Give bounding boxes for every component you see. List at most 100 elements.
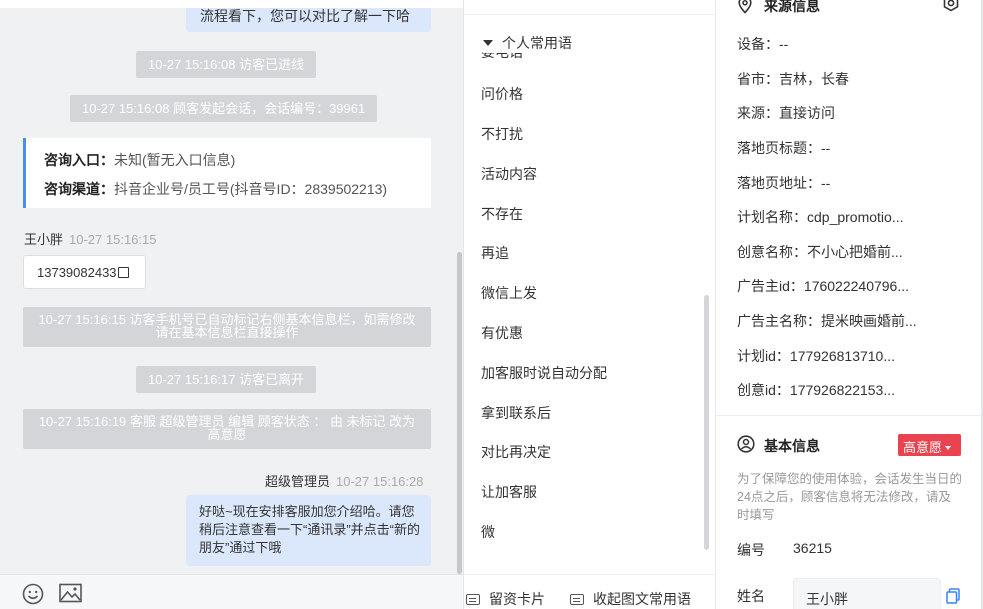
lead-card-button[interactable]: 留资卡片 [466, 589, 545, 609]
info-value: 吉林，长春 [779, 71, 849, 87]
source-row-source: 来源：直接访问 [737, 103, 835, 123]
phrase-item[interactable]: 问价格 [481, 84, 523, 104]
info-value: 不小心把婚前... [807, 244, 903, 260]
info-label: 创意名称： [737, 244, 807, 260]
consult-channel-row: 咨询渠道：抖音企业号/员工号(抖音号ID：2839502213) [44, 179, 431, 208]
phrase-item[interactable]: 拿到联系后 [481, 403, 551, 423]
phrase-item[interactable]: 微 [481, 522, 495, 542]
chat-input-toolbar [0, 574, 463, 609]
chat-message-list[interactable]: 流程看下，您可以对比了解一下哈 10-27 15:16:08 访客已进线 10-… [0, 0, 463, 574]
consult-entry-label: 咨询入口： [44, 152, 114, 168]
source-row-landing-url: 落地页地址：-- [737, 173, 830, 193]
visitor-phone-number: 13739082433 [37, 265, 117, 280]
source-row-advertiser-name: 广告主名称：提米映画婚前... [737, 311, 917, 331]
phrase-group-title: 个人常用语 [502, 35, 572, 51]
info-value: -- [821, 140, 831, 156]
info-value: -- [779, 36, 789, 52]
source-row-creative-name: 创意名称：不小心把婚前... [737, 242, 903, 262]
phrase-item[interactable]: 再追 [481, 243, 509, 263]
system-message: 10-27 15:16:08 访客已进线 [136, 51, 317, 78]
phrases-top-divider [464, 14, 715, 15]
info-label: 计划id： [737, 348, 790, 364]
source-row-creative-id: 创意id：177926822153... [737, 380, 895, 400]
phrase-item[interactable]: 微信上发 [481, 283, 537, 303]
info-value: 177926822153... [789, 382, 896, 398]
customer-info-panel: 来源信息 设备：-- 省市：吉林，长春 来源：直接访问 落地页标题：-- 落地页… [716, 0, 983, 609]
info-label: 广告主id： [737, 278, 804, 294]
chat-scrollbar[interactable] [457, 252, 462, 574]
phrase-item[interactable]: 不存在 [481, 204, 523, 224]
section-divider [716, 415, 983, 416]
info-label: 落地页标题： [737, 140, 821, 156]
visitor-message-meta: 王小胖 10-27 15:16:15 [24, 229, 156, 248]
edit-notice: 为了保障您的使用体验，会话发生当日的24点之后，顾客信息将无法修改，请及时填写 [737, 472, 963, 522]
agent-message-bubble: 好哒~现在安排客服加您介绍哈。请您稍后注意查看一下“通讯录”并点击“新的朋友”通… [186, 495, 431, 566]
collapse-phrases-button[interactable]: 收起图文常用语 [570, 589, 691, 609]
info-label: 省市： [737, 71, 779, 87]
phrase-item[interactable]: 不打扰 [481, 124, 523, 144]
lead-card-label: 留资卡片 [489, 591, 545, 607]
visitor-phone-message[interactable]: 13739082433 [23, 255, 146, 289]
consult-channel-label: 咨询渠道： [44, 181, 114, 197]
info-label: 来源： [737, 105, 779, 121]
emoji-icon[interactable] [22, 583, 44, 605]
copy-icon[interactable] [117, 267, 129, 278]
visitor-message-time: 10-27 15:16:15 [69, 232, 157, 247]
phrase-item[interactable]: 对比再决定 [481, 442, 551, 462]
info-label: 广告主名称： [737, 313, 821, 329]
phrase-item-label: 要电话 [481, 52, 523, 60]
basic-info-title: 基本信息 [764, 438, 820, 454]
message-icon [570, 594, 584, 605]
info-value: cdp_promotio... [807, 209, 904, 225]
collapse-phrases-label: 收起图文常用语 [593, 591, 691, 607]
info-value: 直接访问 [779, 105, 835, 121]
source-row-device: 设备：-- [737, 34, 788, 54]
phrase-item-clipped[interactable]: 要电话 [464, 52, 715, 60]
info-label: 计划名称： [737, 209, 807, 225]
common-phrases-panel: 个人常用语 要电话 问价格 不打扰 活动内容 不存在 再追 微信上发 有优惠 加… [464, 0, 716, 609]
info-value: -- [821, 175, 831, 191]
phrases-scrollbar[interactable] [704, 295, 709, 550]
info-value: 177926813710... [789, 348, 896, 364]
phrase-item[interactable]: 让加客服 [481, 482, 537, 502]
card-icon [466, 594, 480, 605]
copy-icon[interactable] [946, 588, 960, 604]
source-row-city: 省市：吉林，长春 [737, 69, 849, 89]
number-value: 36215 [793, 540, 832, 556]
intent-status-dropdown[interactable]: 高意愿 [898, 434, 961, 456]
consult-entry-value: 未知(暂无入口信息) [114, 152, 236, 168]
info-label: 创意id： [737, 382, 790, 398]
caret-down-icon [483, 40, 493, 46]
phrase-item[interactable]: 活动内容 [481, 164, 537, 184]
consult-entry-row: 咨询入口：未知(暂无入口信息) [44, 150, 431, 179]
name-input[interactable] [793, 578, 941, 609]
chat-panel: 流程看下，您可以对比了解一下哈 10-27 15:16:08 访客已进线 10-… [0, 0, 464, 609]
phrase-item[interactable]: 加客服时说自动分配 [481, 363, 607, 383]
source-row-advertiser-id: 广告主id：176022240796... [737, 276, 909, 296]
phrases-bottom-bar: 留资卡片 收起图文常用语 [464, 574, 715, 609]
phrase-item[interactable]: 有优惠 [481, 323, 523, 343]
visitor-name: 王小胖 [24, 232, 64, 247]
location-pin-icon [738, 0, 752, 14]
agent-message-time: 10-27 15:16:28 [336, 474, 424, 489]
system-message: 10-27 15:16:15 访客手机号已自动标记右侧基本信息栏，如需修改请在基… [23, 307, 431, 347]
agent-name: 超级管理员 [265, 474, 331, 489]
system-message: 10-27 15:16:19 客服 超级管理员 编辑 顾客状态 ： 由 未标记 … [23, 409, 431, 449]
name-label: 姓名 [737, 588, 765, 604]
agent-message-meta: 超级管理员 10-27 15:16:28 [265, 471, 423, 490]
chat-top-strip [0, 0, 463, 8]
info-value: 176022240796... [803, 278, 910, 294]
phrase-group-header[interactable]: 个人常用语 [483, 33, 580, 53]
intent-status-label: 高意愿 [903, 440, 943, 455]
system-message: 10-27 15:16:08 顾客发起会话，会话编号：39961 [70, 95, 378, 122]
image-icon[interactable] [59, 583, 82, 603]
source-row-plan-name: 计划名称：cdp_promotio... [737, 207, 904, 227]
source-info-title: 来源信息 [764, 0, 820, 14]
settings-icon[interactable] [942, 0, 960, 12]
info-label: 设备： [737, 36, 779, 52]
user-circle-icon [737, 435, 755, 453]
consult-channel-value: 抖音企业号/员工号(抖音号ID：2839502213) [114, 181, 388, 197]
number-label: 编号 [737, 542, 765, 558]
info-value: 提米映画婚前... [821, 313, 917, 329]
consult-info-card: 咨询入口：未知(暂无入口信息) 咨询渠道：抖音企业号/员工号(抖音号ID：283… [23, 138, 431, 208]
